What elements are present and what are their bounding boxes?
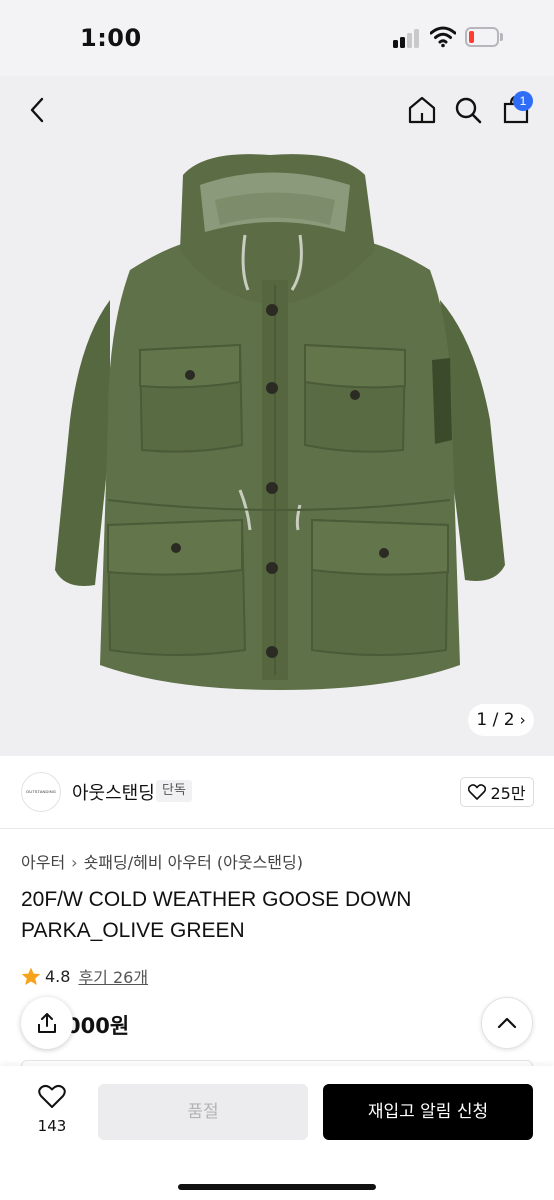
soldout-button[interactable]: 품절 xyxy=(98,1084,308,1140)
share-button[interactable] xyxy=(21,997,73,1049)
search-icon xyxy=(455,97,482,124)
cart-badge: 1 xyxy=(513,91,533,111)
star-icon xyxy=(21,967,41,985)
status-bar: 1:00 xyxy=(0,0,554,76)
wishlist-count: 143 xyxy=(37,1117,67,1135)
wifi-icon xyxy=(430,26,456,48)
cart-button[interactable]: 1 xyxy=(498,88,534,130)
breadcrumb: 아우터 › 숏패딩/헤비 아우터 (아웃스탠딩) xyxy=(21,849,303,873)
product-image[interactable] xyxy=(0,76,554,756)
product-title: 20F/W COLD WEATHER GOOSE DOWN PARKA_OLIV… xyxy=(21,888,412,942)
reviews-link[interactable]: 후기 26개 xyxy=(78,964,148,988)
home-button[interactable] xyxy=(404,90,440,130)
search-button[interactable] xyxy=(450,90,486,130)
back-icon xyxy=(30,97,44,123)
share-icon xyxy=(38,1013,56,1033)
brand-like-count: 25만 xyxy=(490,784,526,803)
rating-score: 4.8 xyxy=(45,966,71,986)
restock-alert-button[interactable]: 재입고 알림 신청 xyxy=(323,1084,533,1140)
brand-row: OUTSTANDING 아웃스탠딩 단독 25만 xyxy=(0,756,554,829)
breadcrumb-separator-icon: › xyxy=(71,853,78,872)
home-icon xyxy=(408,96,436,124)
brand-like-button[interactable]: 25만 xyxy=(460,777,534,807)
chevron-up-icon xyxy=(497,1017,517,1029)
heart-icon xyxy=(468,784,487,800)
breadcrumb-item-1[interactable]: 숏패딩/헤비 아우터 (아웃스탠딩) xyxy=(84,853,303,872)
battery-tip xyxy=(500,33,503,41)
brand-logo[interactable]: OUTSTANDING xyxy=(21,772,61,812)
bottom-action-bar: 143 품절 재입고 알림 신청 xyxy=(0,1066,554,1200)
status-time: 1:00 xyxy=(80,24,142,52)
chevron-right-icon: › xyxy=(519,711,526,729)
jacket-image xyxy=(55,154,505,690)
brand-name[interactable]: 아웃스탠딩 xyxy=(72,779,155,805)
image-counter-text: 1 / 2 xyxy=(476,710,515,730)
heart-icon xyxy=(38,1084,66,1108)
wishlist-button[interactable]: 143 xyxy=(26,1084,78,1135)
exclusive-badge: 단독 xyxy=(156,780,192,802)
scroll-top-button[interactable] xyxy=(481,997,533,1049)
signal-icon xyxy=(393,28,423,48)
rating-row: 4.8 후기 26개 xyxy=(21,964,148,988)
back-button[interactable] xyxy=(20,90,54,130)
home-indicator xyxy=(178,1184,376,1190)
image-counter[interactable]: 1 / 2 › xyxy=(468,704,534,736)
product-price: 000원 xyxy=(66,1014,130,1038)
breadcrumb-item-0[interactable]: 아우터 xyxy=(21,853,65,872)
battery-icon xyxy=(465,27,499,47)
